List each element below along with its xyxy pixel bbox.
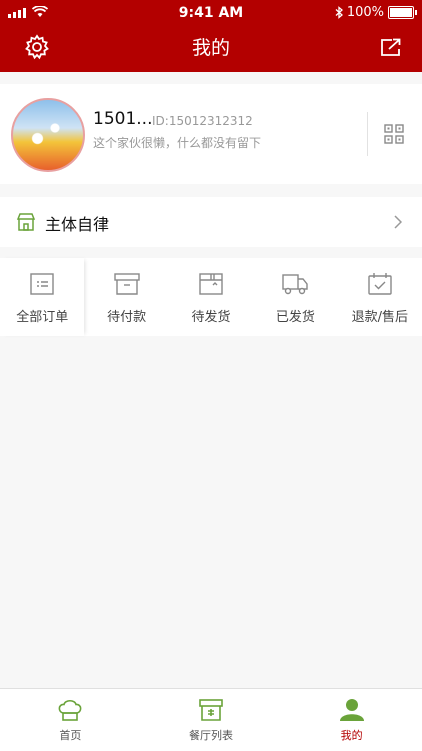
order-label: 退款/售后 [351, 310, 409, 325]
payment-box-icon [113, 273, 140, 295]
content-area [0, 346, 422, 688]
qr-code-icon[interactable] [384, 124, 404, 144]
order-label: 待发货 [191, 310, 231, 325]
tab-home[interactable]: 首页 [0, 689, 141, 751]
order-item-refund[interactable]: 退款/售后 [338, 258, 422, 336]
profile-card[interactable]: 1501... ID:15012312312 这个家伙很懒，什么都没有留下 [0, 84, 422, 184]
chevron-right-icon [394, 215, 402, 229]
bluetooth-icon [335, 6, 343, 19]
status-bar: 9:41 AM 100% [0, 0, 422, 26]
user-icon [339, 699, 364, 721]
section-label: 主体自律 [45, 215, 110, 234]
order-status-bar: 全部订单 待付款 待发货 已发货 退款/售后 [0, 258, 422, 336]
order-item-all[interactable]: 全部订单 [0, 258, 84, 336]
order-label: 待付款 [107, 310, 147, 325]
tab-label: 我的 [340, 729, 363, 742]
page-title: 我的 [191, 37, 230, 59]
tab-restaurants[interactable]: 餐厅列表 [141, 689, 282, 751]
calendar-check-icon [368, 273, 392, 295]
section-row[interactable]: 主体自律 [0, 197, 422, 247]
user-id: ID:15012312312 [152, 114, 253, 128]
order-item-shipped[interactable]: 已发货 [253, 258, 337, 336]
order-item-pending-payment[interactable]: 待付款 [84, 258, 168, 336]
user-signature: 这个家伙很懒，什么都没有留下 [93, 136, 262, 150]
restaurant-icon [199, 699, 223, 721]
tab-label: 首页 [59, 729, 82, 742]
divider [367, 112, 368, 156]
order-label: 已发货 [275, 310, 315, 325]
tab-bar: 首页 餐厅列表 我的 [0, 688, 422, 751]
truck-icon [282, 274, 309, 295]
share-icon[interactable] [380, 37, 402, 57]
package-icon [199, 273, 223, 295]
tab-label: 餐厅列表 [189, 729, 233, 742]
order-label: 全部订单 [16, 310, 69, 325]
avatar[interactable] [11, 98, 85, 172]
battery-percent: 100% [346, 5, 384, 20]
tab-mine[interactable]: 我的 [281, 689, 422, 751]
user-name: 1501... [93, 109, 153, 129]
status-right: 100% [335, 5, 417, 20]
app-header: 9:41 AM 100% 我的 [0, 0, 422, 72]
chef-hat-icon [58, 699, 82, 721]
order-item-pending-shipment[interactable]: 待发货 [169, 258, 253, 336]
order-list-icon [30, 273, 54, 295]
store-icon [16, 213, 36, 231]
battery-icon [388, 6, 417, 19]
